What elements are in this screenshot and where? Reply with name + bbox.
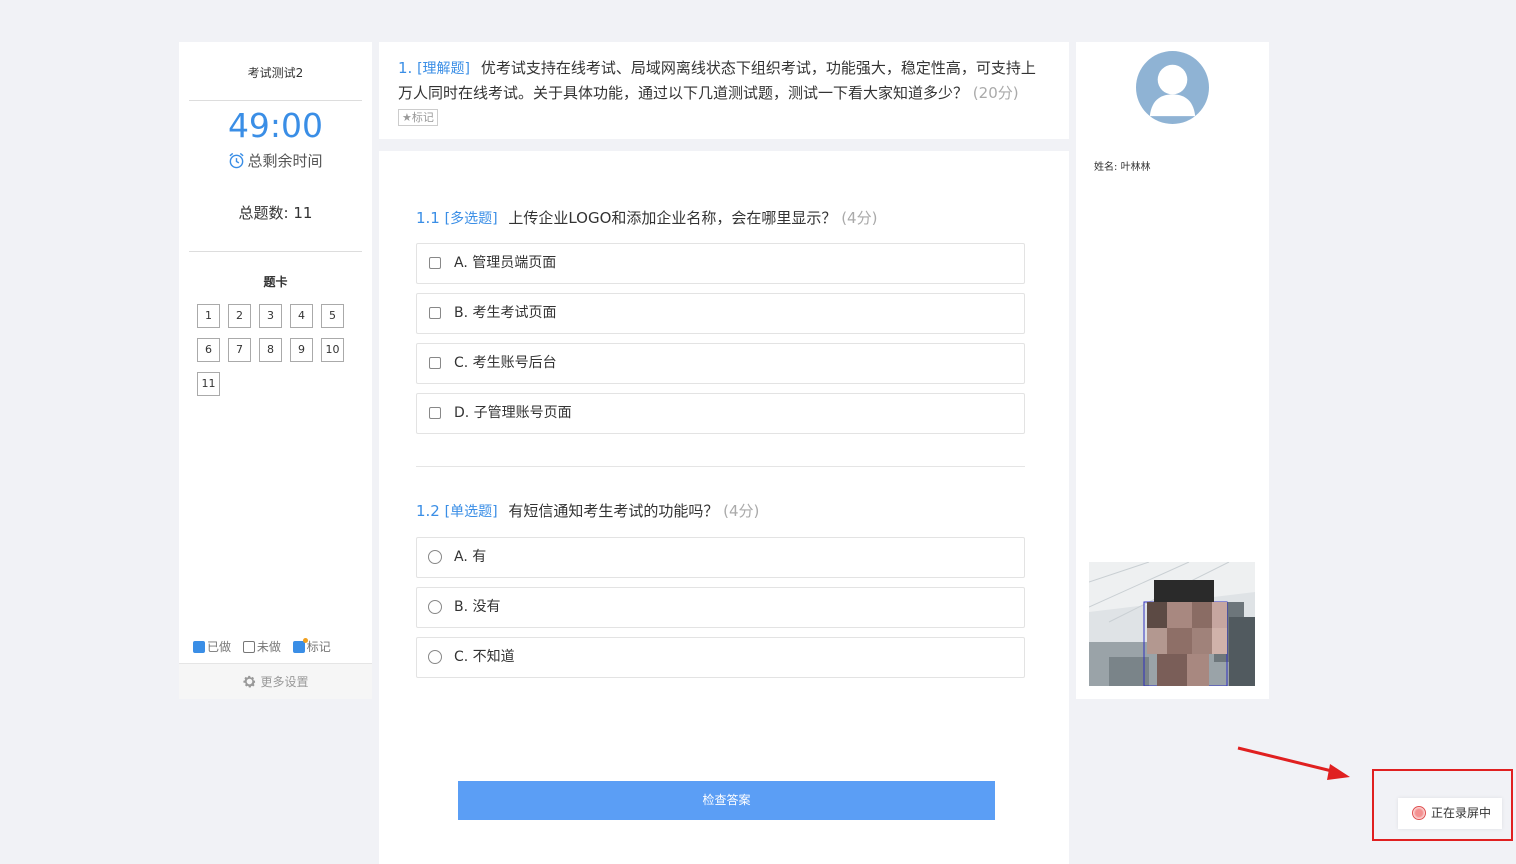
record-icon: [1412, 806, 1426, 820]
option-checkbox-item[interactable]: D. 子管理账号页面: [416, 393, 1025, 434]
checkbox[interactable]: [429, 307, 441, 319]
star-icon: ★: [402, 111, 412, 124]
webcam-preview: [1089, 562, 1255, 686]
option-checkbox-item[interactable]: C. 考生账号后台: [416, 343, 1025, 384]
divider: [416, 466, 1025, 467]
divider: [189, 100, 362, 101]
sub-question-text: 有短信通知考生考试的功能吗？: [508, 502, 719, 520]
question-type: [理解题]: [417, 61, 471, 77]
marked-square-icon: [292, 638, 308, 653]
status-legend: 已做 未做 标记: [193, 638, 363, 655]
sub-question-text: 上传企业LOGO和添加企业名称，会在哪里显示？: [508, 209, 837, 227]
alarm-clock-icon: [229, 152, 245, 169]
check-answers-button[interactable]: 检查答案: [458, 781, 995, 820]
answer-card-panel: 考试测试2 49:00 总剩余时间 总题数: 11 题卡 1 2 3 4 5 6…: [179, 42, 372, 699]
radio-button[interactable]: [428, 600, 442, 614]
option-label: D. 子管理账号页面: [454, 405, 572, 421]
question-number-button[interactable]: 5: [321, 304, 344, 328]
question-number-button[interactable]: 11: [197, 372, 220, 396]
countdown-timer: 49:00: [227, 106, 324, 145]
name-value: 叶林林: [1120, 162, 1151, 173]
undone-square-icon: [242, 641, 255, 653]
question-body: 1.1 [多选题] 上传企业LOGO和添加企业名称，会在哪里显示？ (4分) A…: [379, 151, 1069, 864]
checkbox[interactable]: [429, 357, 441, 369]
option-label: B. 没有: [454, 599, 501, 615]
sub-question-type: [多选题]: [444, 211, 498, 227]
sub-question-score: (4分): [841, 209, 878, 227]
question-text: 优考试支持在线考试、局域网离线状态下组织考试，功能强大，稳定性高，可支持上万人同…: [398, 59, 1036, 102]
legend-marked-label: 标记: [306, 640, 331, 654]
exam-title: 考试测试2: [247, 66, 304, 80]
mark-label: 标记: [411, 111, 434, 124]
legend-marked: 标记: [292, 638, 331, 654]
question-number-button[interactable]: 4: [290, 304, 313, 328]
option-label: A. 有: [454, 549, 487, 565]
webcam-feed-image: [1089, 562, 1255, 686]
question-score: (20分): [972, 84, 1019, 102]
more-settings-label: 更多设置: [260, 675, 309, 689]
candidate-name: 姓名: 叶林林: [1094, 158, 1151, 173]
name-label: 姓名:: [1094, 162, 1118, 173]
recording-indicator[interactable]: 正在录屏中: [1398, 798, 1502, 829]
avatar: [1136, 51, 1209, 124]
more-settings-button[interactable]: 更多设置: [179, 663, 372, 699]
question-number: 1.: [398, 59, 413, 77]
recording-highlight: 正在录屏中: [1372, 769, 1513, 841]
timer-label: 总剩余时间: [179, 150, 372, 171]
checkbox[interactable]: [429, 407, 441, 419]
radio-button[interactable]: [428, 550, 442, 564]
option-label: C. 不知道: [454, 649, 515, 665]
recording-label: 正在录屏中: [1431, 806, 1492, 820]
question-number-button[interactable]: 1: [197, 304, 220, 328]
option-checkbox-item[interactable]: A. 管理员端页面: [416, 243, 1025, 284]
legend-done: 已做: [193, 640, 231, 654]
sub-question-title: 1.1 [多选题] 上传企业LOGO和添加企业名称，会在哪里显示？ (4分): [416, 207, 877, 228]
option-label: C. 考生账号后台: [454, 355, 557, 371]
sub-question-number: 1.2: [416, 502, 440, 520]
gear-icon: [243, 675, 257, 688]
total-questions: 总题数: 11: [238, 204, 313, 222]
sub-question-score: (4分): [723, 502, 760, 520]
option-label: A. 管理员端页面: [454, 255, 557, 271]
legend-undone: 未做: [242, 640, 281, 654]
radio-button[interactable]: [428, 650, 442, 664]
question-number-button[interactable]: 10: [321, 338, 344, 362]
sub-question-title: 1.2 [单选题] 有短信通知考生考试的功能吗？ (4分): [416, 500, 759, 521]
question-number-button[interactable]: 7: [228, 338, 251, 362]
divider: [189, 251, 362, 252]
option-radio-item[interactable]: A. 有: [416, 537, 1025, 578]
legend-undone-label: 未做: [256, 640, 281, 654]
annotation-arrow: [1237, 746, 1350, 780]
sub-question-number: 1.1: [416, 209, 440, 227]
question-number-button[interactable]: 6: [197, 338, 220, 362]
sub-question-type: [单选题]: [444, 504, 498, 520]
card-title: 题卡: [263, 275, 288, 289]
option-radio-item[interactable]: C. 不知道: [416, 637, 1025, 678]
timer-label-text: 总剩余时间: [247, 152, 323, 170]
candidate-panel: 姓名: 叶林林: [1076, 42, 1269, 699]
mark-button[interactable]: ★标记: [398, 109, 438, 126]
question-number-button[interactable]: 9: [290, 338, 313, 362]
option-checkbox-item[interactable]: B. 考生考试页面: [416, 293, 1025, 334]
option-radio-item[interactable]: B. 没有: [416, 587, 1025, 628]
question-header: 1. [理解题] 优考试支持在线考试、局域网离线状态下组织考试，功能强大，稳定性…: [379, 42, 1069, 139]
question-number-button[interactable]: 8: [259, 338, 282, 362]
legend-done-label: 已做: [207, 640, 232, 654]
option-label: B. 考生考试页面: [454, 305, 557, 321]
done-square-icon: [193, 641, 205, 653]
question-number-button[interactable]: 3: [259, 304, 282, 328]
checkbox[interactable]: [429, 257, 441, 269]
question-number-button[interactable]: 2: [228, 304, 251, 328]
